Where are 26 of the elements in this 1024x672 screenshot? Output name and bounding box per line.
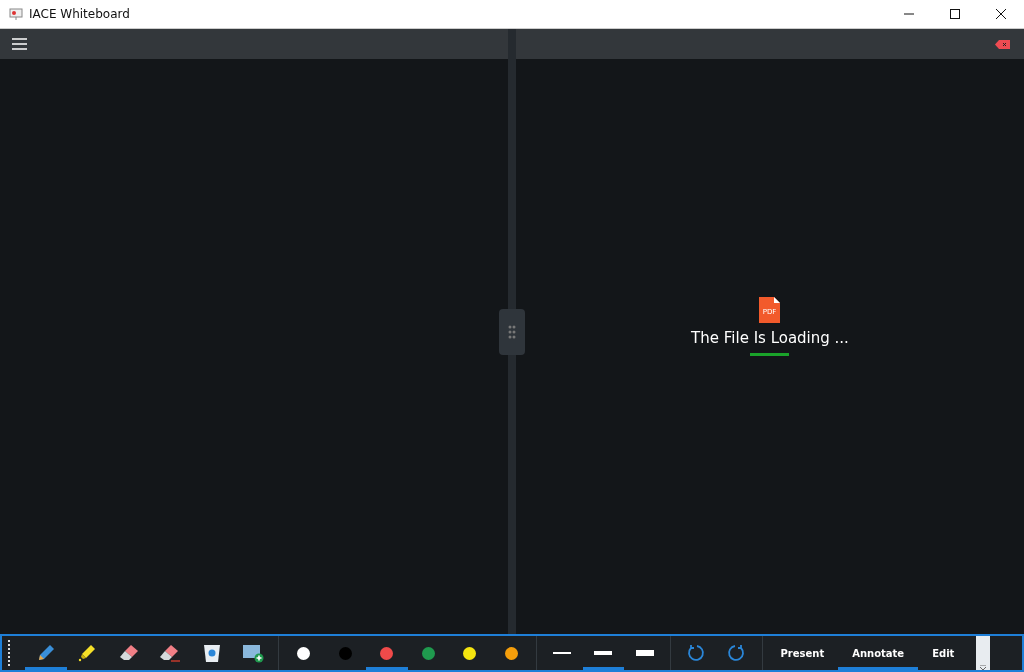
- line-thickness-icon: [552, 652, 571, 654]
- scroll-down-arrow-icon: [980, 665, 987, 670]
- loading-message: The File Is Loading ...: [691, 329, 849, 347]
- window-title: IACE Whiteboard: [29, 7, 131, 21]
- close-icon: [996, 9, 1006, 19]
- line-thickness-icon: [635, 650, 654, 656]
- mode-tab[interactable]: Edit: [918, 636, 969, 670]
- eraser-icon: [117, 643, 140, 663]
- mode-tab[interactable]: Annotate: [838, 636, 919, 670]
- mode-tab[interactable]: Present: [766, 636, 839, 670]
- add-whiteboard-icon: [242, 643, 265, 663]
- eraser-icon: [159, 643, 182, 663]
- toolbar-grip[interactable]: [8, 640, 13, 666]
- highlighter-icon: [77, 643, 98, 663]
- whiteboard-app-icon: [9, 8, 23, 20]
- recycle-bin-icon: [202, 643, 221, 663]
- maximize-icon: [950, 9, 960, 19]
- redo-icon: [726, 643, 747, 663]
- toolbar-scrollbar[interactable]: [976, 636, 991, 670]
- loading-bar: [750, 353, 790, 356]
- splitter-handle[interactable]: [499, 308, 525, 355]
- menu-icon[interactable]: [12, 38, 27, 50]
- drag-grip-icon: [508, 324, 516, 339]
- backspace-icon[interactable]: [995, 39, 1010, 49]
- undo-icon: [685, 643, 706, 663]
- line-thickness-icon: [594, 651, 613, 655]
